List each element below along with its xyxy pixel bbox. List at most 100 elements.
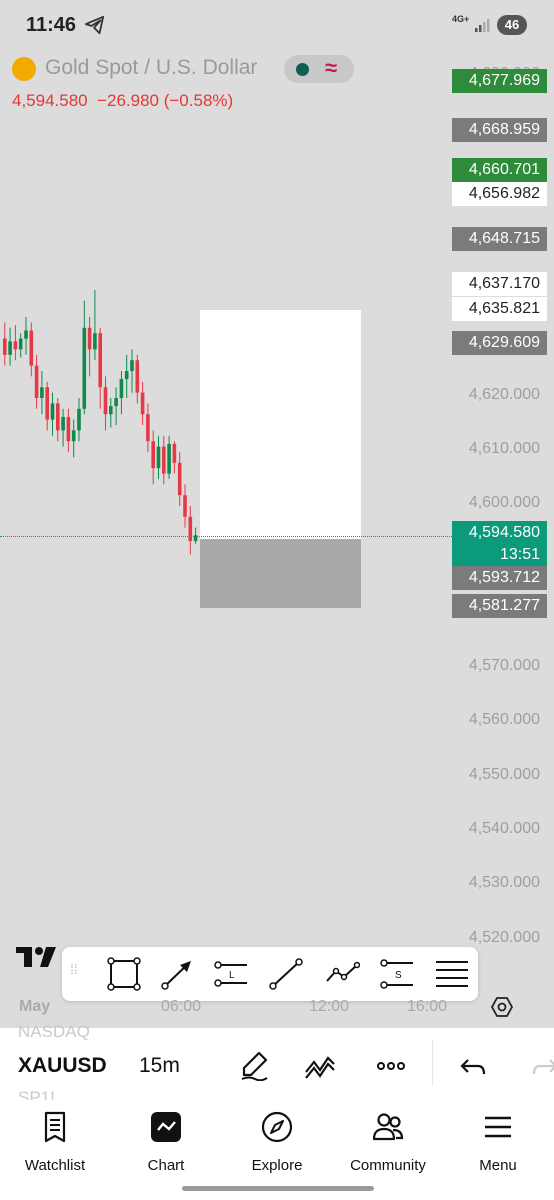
arrow-tool-icon[interactable] (160, 957, 196, 991)
nav-label: Menu (479, 1157, 517, 1174)
candle-body[interactable] (124, 371, 129, 380)
fib-retracement-tool-icon[interactable] (434, 957, 470, 991)
candle-body[interactable] (130, 360, 134, 371)
price-label-drawing[interactable]: 4,668.959 (452, 118, 547, 142)
candle-body[interactable] (8, 341, 12, 355)
long-position-tool-icon[interactable]: L (214, 957, 250, 991)
candle-body[interactable] (82, 327, 87, 409)
interval-selector[interactable]: 15m (139, 1054, 180, 1078)
symbol-selector[interactable]: XAUUSD (18, 1054, 107, 1078)
price-tick: 4,620.000 (468, 386, 540, 403)
candle-body[interactable] (45, 387, 49, 420)
time-tick: 16:00 (407, 998, 448, 1015)
home-indicator[interactable] (182, 1186, 374, 1191)
price-tick: 4,610.000 (468, 440, 540, 457)
nav-explore[interactable]: Explore (222, 1110, 332, 1174)
candle-body[interactable] (50, 403, 55, 420)
rectangle-tool-icon[interactable] (106, 957, 142, 991)
candle-body[interactable] (29, 330, 34, 366)
candle-body[interactable] (119, 379, 124, 398)
candle-body[interactable] (177, 462, 182, 496)
clock: 11:46 (26, 14, 77, 36)
chart-settings-icon[interactable] (491, 996, 513, 1018)
symbol-title[interactable]: Gold Spot / U.S. Dollar (45, 56, 257, 80)
candle-body[interactable] (156, 446, 161, 469)
hamburger-menu-icon (485, 1116, 511, 1138)
candle-body[interactable] (13, 341, 18, 350)
nav-label: Watchlist (24, 1157, 86, 1174)
tradingview-logo-icon (16, 947, 56, 967)
market-status-toggle[interactable]: ≈ (284, 55, 354, 83)
candle-body[interactable] (162, 446, 166, 474)
nav-community[interactable]: Community (333, 1110, 443, 1174)
candle-body[interactable] (71, 430, 76, 442)
candle-body[interactable] (87, 327, 92, 350)
path-tool-icon[interactable] (324, 957, 360, 991)
candle-body[interactable] (77, 408, 81, 431)
svg-text:S: S (395, 970, 402, 981)
pencil-draw-icon[interactable] (239, 1049, 271, 1081)
candle-body[interactable] (146, 414, 150, 442)
nav-menu[interactable]: Menu (443, 1110, 553, 1174)
candle-body[interactable] (183, 495, 187, 517)
signal-icon (475, 19, 490, 32)
candle-body[interactable] (34, 365, 39, 398)
drawing-toolbar[interactable]: ⁞⁞ L S (62, 947, 478, 1001)
nav-label: Chart (147, 1157, 185, 1174)
candle-body[interactable] (103, 387, 108, 415)
next-symbol[interactable]: SP1! (18, 1088, 55, 1100)
position-loss-zone[interactable] (200, 539, 361, 608)
price-quote: 4,594.580 −26.980 (−0.58%) (12, 91, 234, 110)
candle-body[interactable] (61, 416, 65, 431)
status-bar: 11:46 4G+ 46 (0, 0, 554, 48)
nav-chart[interactable]: Chart (111, 1110, 221, 1174)
candle-body[interactable] (3, 338, 7, 355)
price-label-level[interactable]: 4,635.821 (452, 297, 547, 321)
position-profit-zone[interactable] (200, 310, 361, 539)
trend-line-tool-icon[interactable] (268, 957, 304, 991)
candle-body[interactable] (93, 333, 97, 350)
price-label-alert[interactable]: 4,660.701 (452, 158, 547, 182)
telegram-icon (85, 15, 105, 35)
compass-icon (261, 1111, 293, 1143)
candle-body[interactable] (151, 441, 155, 469)
candle-body[interactable] (140, 392, 145, 415)
candle-body[interactable] (109, 406, 113, 415)
indicators-icon[interactable] (304, 1050, 336, 1082)
drag-handle-icon[interactable]: ⁞⁞ (70, 962, 84, 985)
battery-indicator: 46 (497, 15, 527, 35)
nav-label: Explore (251, 1157, 303, 1174)
time-tick-month: May (19, 998, 51, 1015)
candle-body[interactable] (40, 387, 44, 398)
price-label-drawing[interactable]: 4,648.715 (452, 227, 547, 251)
community-icon (372, 1113, 404, 1141)
candle-body[interactable] (167, 443, 171, 474)
price-label-alert[interactable]: 4,677.969 (452, 69, 547, 93)
candle-body[interactable] (24, 330, 28, 339)
candle-body[interactable] (172, 443, 177, 463)
price-label-drawing[interactable]: 4,593.712 (452, 566, 547, 590)
price-label-drawing[interactable]: 4,629.609 (452, 331, 547, 355)
price-tick: 4,560.000 (468, 711, 540, 728)
nav-watchlist[interactable]: Watchlist (0, 1110, 110, 1174)
redo-icon[interactable] (528, 1050, 554, 1082)
previous-symbol[interactable]: NASDAQ (18, 1022, 90, 1042)
current-price-label[interactable]: 4,594.580 13:51 (452, 521, 547, 567)
price-label-level[interactable]: 4,637.170 (452, 272, 547, 296)
undo-icon[interactable] (458, 1050, 490, 1082)
more-options-icon[interactable] (375, 1050, 407, 1082)
price-tick: 4,550.000 (468, 766, 540, 783)
candle-body[interactable] (135, 360, 140, 393)
candle-body[interactable] (66, 416, 71, 442)
candle-body[interactable] (56, 403, 60, 431)
candle-body[interactable] (114, 398, 118, 407)
short-position-tool-icon[interactable]: S (380, 957, 416, 991)
time-tick: 06:00 (161, 998, 202, 1015)
price-label-drawing[interactable]: 4,581.277 (452, 594, 547, 618)
price-label-high[interactable]: 4,656.982 (452, 182, 547, 206)
current-price-value: 4,594.580 (468, 524, 540, 541)
candle-body[interactable] (98, 333, 102, 388)
candle-body[interactable] (188, 516, 193, 542)
watchlist-icon (44, 1111, 66, 1143)
candle-body[interactable] (18, 338, 23, 350)
